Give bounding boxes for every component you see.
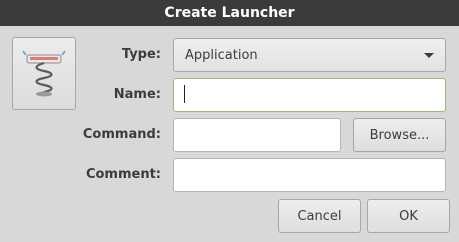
spring-launcher-icon [22, 50, 66, 96]
name-input[interactable] [173, 78, 446, 112]
command-input[interactable] [173, 118, 341, 152]
browse-button[interactable]: Browse... [353, 118, 446, 152]
comment-label: Comment: [85, 167, 161, 182]
type-value: Application [185, 47, 258, 63]
cancel-button-label: Cancel [297, 208, 342, 224]
type-label: Type: [121, 47, 161, 62]
name-label: Name: [113, 87, 161, 102]
create-launcher-dialog: Create Launcher Type: Application Name: … [0, 0, 459, 242]
text-cursor [184, 85, 185, 103]
comment-input[interactable] [173, 158, 446, 192]
cancel-button[interactable]: Cancel [278, 199, 361, 233]
browse-button-label: Browse... [369, 127, 430, 143]
window-titlebar[interactable]: Create Launcher [0, 0, 459, 26]
launcher-icon-button[interactable] [12, 37, 76, 110]
ok-button[interactable]: OK [367, 199, 450, 233]
type-dropdown[interactable]: Application [173, 38, 446, 72]
ok-button-label: OK [399, 208, 418, 224]
window-title: Create Launcher [164, 5, 295, 21]
command-label: Command: [82, 127, 161, 142]
dropdown-arrow-icon [424, 53, 434, 58]
